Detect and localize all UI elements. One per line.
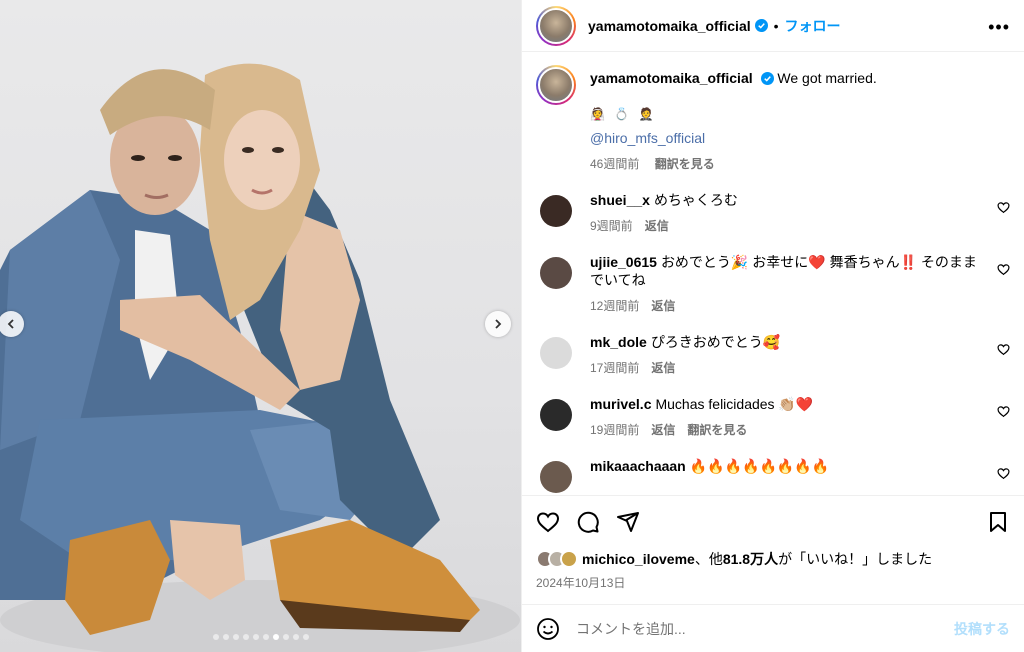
carousel-dot (252, 634, 259, 640)
carousel-dot (212, 634, 219, 640)
reply-button[interactable]: 返信 (651, 423, 675, 437)
comment-meta: 17週間前 返信 (590, 359, 990, 377)
comment-time[interactable]: 12週間前 (590, 299, 639, 313)
carousel-dot (262, 634, 269, 640)
heart-icon[interactable] (997, 405, 1010, 418)
commenter-username[interactable]: mk_dole (590, 334, 647, 350)
comment-item: mk_dole ぴろきおめでとう🥰 17週間前 返信 (536, 333, 1010, 377)
carousel-next-button[interactable] (485, 311, 511, 337)
caption-time[interactable]: 46週間前 (590, 157, 639, 171)
more-icon[interactable]: ••• (988, 17, 1010, 38)
carousel-dot (302, 634, 309, 640)
comment-meta: 9週間前 返信 (590, 217, 990, 235)
heart-icon[interactable] (997, 467, 1010, 480)
comment-translate-button[interactable]: 翻訳を見る (687, 423, 747, 437)
commenter-avatar[interactable] (540, 337, 572, 369)
comment-item: mikaaachaaan 🔥🔥🔥🔥🔥🔥🔥🔥 (536, 457, 1010, 493)
carousel-dot (282, 634, 289, 640)
carousel-dot (222, 634, 229, 640)
comment-text: 🔥🔥🔥🔥🔥🔥🔥🔥 (689, 458, 830, 474)
caption-meta: 46週間前 翻訳を見る (590, 155, 877, 173)
comment-meta: 19週間前 返信 翻訳を見る (590, 421, 990, 439)
post-date[interactable]: 2024年10月13日 (536, 574, 1010, 591)
comments-list[interactable]: yamamotomaika_official We got married. 👰… (522, 53, 1024, 495)
comment-time[interactable]: 17週間前 (590, 361, 639, 375)
reply-button[interactable]: 返信 (651, 361, 675, 375)
comment-time[interactable]: 9週間前 (590, 219, 633, 233)
caption-avatar[interactable] (536, 65, 576, 105)
post-comment-button[interactable]: 投稿する (954, 619, 1010, 639)
comment-item: shuei__x めちゃくろむ 9週間前 返信 (536, 191, 1010, 235)
commenter-avatar[interactable] (540, 399, 572, 431)
heart-icon[interactable] (997, 263, 1010, 276)
like-icon[interactable] (536, 510, 560, 534)
carousel-indicators (0, 634, 521, 640)
post-panel: yamamotomaika_official • フォロー ••• yamamo… (521, 0, 1024, 652)
caption-emojis: 👰 💍 🤵 (590, 107, 657, 121)
author-username[interactable]: yamamotomaika_official (588, 18, 751, 34)
carousel-dot (272, 634, 279, 640)
likes-rest-prefix: 、他 (694, 551, 723, 567)
commenter-username[interactable]: mikaaachaaan (590, 458, 686, 474)
verified-icon (754, 19, 768, 32)
carousel-dot (292, 634, 299, 640)
post-actions: michico_iloveme、他81.8万人が「いいね！」しました 2024年… (522, 495, 1024, 603)
post-photo (0, 63, 520, 652)
caption-translate-button[interactable]: 翻訳を見る (655, 157, 715, 171)
caption-text: We got married. (777, 70, 877, 86)
likes-summary[interactable]: michico_iloveme、他81.8万人が「いいね！」しました (536, 548, 1010, 570)
carousel-dot (242, 634, 249, 640)
commenter-avatar[interactable] (540, 461, 572, 493)
commenter-username[interactable]: murivel.c (590, 396, 651, 412)
comment-text: ぴろきおめでとう🥰 (650, 334, 781, 350)
reply-button[interactable]: 返信 (645, 219, 669, 233)
share-icon[interactable] (616, 510, 640, 534)
commenter-username[interactable]: ujiie_0615 (590, 254, 657, 270)
follow-button[interactable]: フォロー (785, 16, 841, 36)
heart-icon[interactable] (997, 343, 1010, 356)
likes-suffix: が「いいね！」しました (778, 551, 933, 567)
comment-item: murivel.c Muchas felicidades 👏🏼❤️ 19週間前 返信翻… (536, 395, 1010, 439)
post-header: yamamotomaika_official • フォロー ••• (522, 0, 1024, 52)
comment-time[interactable]: 19週間前 (590, 423, 639, 437)
commenter-avatar[interactable] (540, 257, 572, 289)
author-avatar[interactable] (536, 5, 576, 46)
comment-item: ujiie_0615 おめでとう🎉 お幸せに❤️ 舞香ちゃん‼️ そのままでいてね… (536, 253, 1010, 315)
verified-icon (760, 72, 774, 85)
likes-count[interactable]: 81.8万人 (723, 551, 778, 567)
reply-button[interactable]: 返信 (651, 299, 675, 313)
caption-mention-link[interactable]: @hiro_mfs_official (590, 129, 877, 147)
comment-icon[interactable] (576, 510, 600, 534)
chevron-right-icon (495, 319, 502, 329)
comment-input[interactable] (576, 620, 954, 637)
commenter-avatar[interactable] (540, 195, 572, 227)
comment-text: めちゃくろむ (653, 192, 738, 208)
liker-avatar (560, 550, 578, 568)
comment-meta: 12週間前 返信 (590, 297, 990, 315)
separator-dot: • (773, 17, 779, 34)
emoji-icon[interactable] (536, 617, 560, 641)
commenter-username[interactable]: shuei__x (590, 192, 650, 208)
comment-text: Muchas felicidades 👏🏼❤️ (655, 396, 814, 412)
bookmark-icon[interactable] (986, 510, 1010, 534)
liker-username[interactable]: michico_iloveme (582, 551, 695, 567)
post-media[interactable] (0, 0, 521, 652)
add-comment-bar: 投稿する (522, 604, 1024, 652)
carousel-dot (232, 634, 239, 640)
post-caption: yamamotomaika_official We got married. 👰… (536, 53, 1010, 173)
heart-icon[interactable] (997, 201, 1010, 214)
caption-username[interactable]: yamamotomaika_official (590, 70, 753, 86)
chevron-left-icon (7, 319, 14, 329)
